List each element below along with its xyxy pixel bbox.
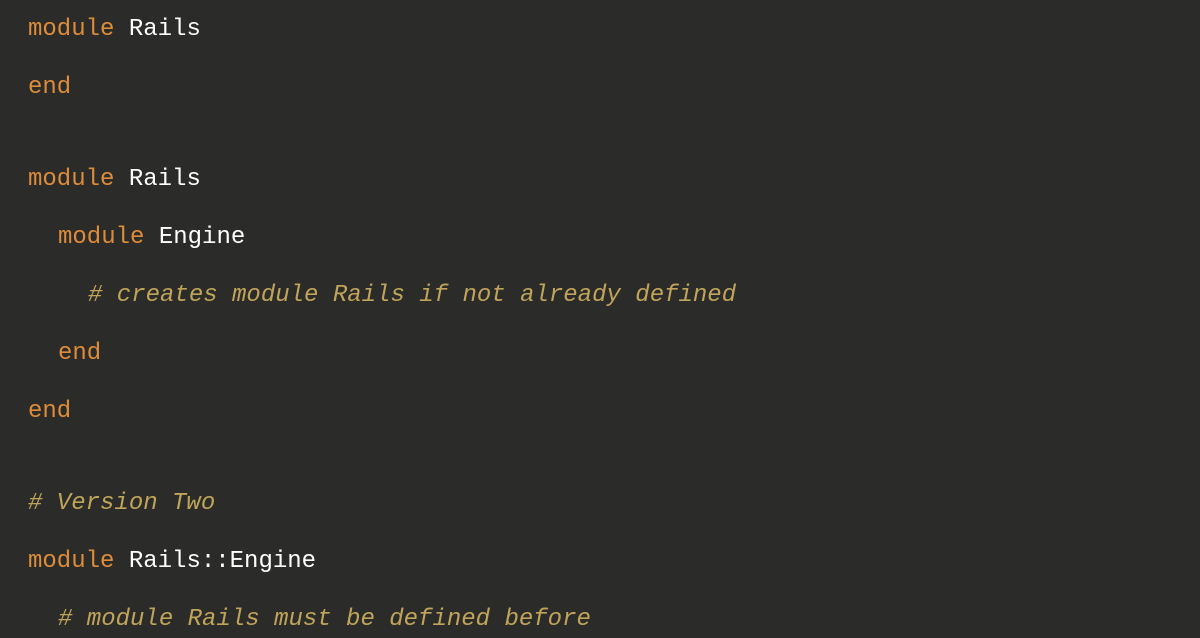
code-line[interactable]: module Engine (28, 220, 1172, 256)
code-editor-content[interactable]: module Railsendmodule Railsmodule Engine… (28, 12, 1172, 638)
blank-line (28, 452, 1172, 464)
code-text (114, 166, 128, 193)
blank-line (28, 128, 1172, 140)
code-line[interactable]: # module Rails must be defined before (28, 602, 1172, 638)
code-line[interactable]: module Rails::Engine (28, 544, 1172, 580)
code-line[interactable]: # Version Two (28, 486, 1172, 522)
code-classname: Rails (129, 166, 201, 193)
code-line[interactable]: end (28, 70, 1172, 106)
code-classname: Rails (129, 16, 201, 43)
code-keyword: end (28, 74, 71, 101)
code-text (144, 224, 158, 251)
code-classname: Engine (159, 224, 245, 251)
code-comment: # creates module Rails if not already de… (88, 282, 736, 309)
code-comment: # Version Two (28, 490, 215, 517)
code-keyword: module (28, 166, 114, 193)
code-line[interactable]: # creates module Rails if not already de… (28, 278, 1172, 314)
code-keyword: end (58, 340, 101, 367)
code-line[interactable]: module Rails (28, 12, 1172, 48)
code-comment: # module Rails must be defined before (58, 606, 591, 633)
code-keyword: module (58, 224, 144, 251)
code-text (114, 16, 128, 43)
code-line[interactable]: module Rails (28, 162, 1172, 198)
code-keyword: end (28, 398, 71, 425)
code-keyword: module (28, 548, 114, 575)
code-text (114, 548, 128, 575)
code-line[interactable]: end (28, 336, 1172, 372)
code-keyword: module (28, 16, 114, 43)
code-classname: Rails::Engine (129, 548, 316, 575)
code-line[interactable]: end (28, 394, 1172, 430)
